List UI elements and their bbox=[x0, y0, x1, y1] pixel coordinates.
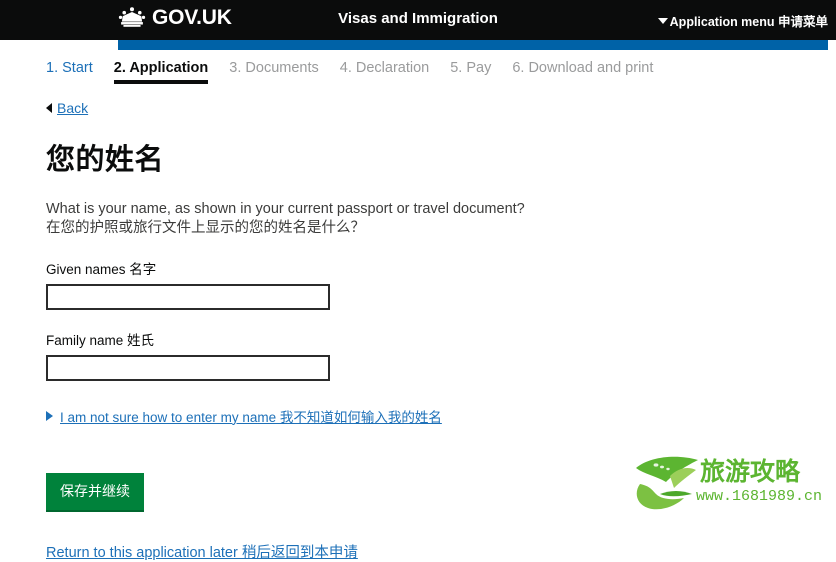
main-content: Back 您的姓名 What is your name, as shown in… bbox=[0, 100, 836, 561]
name-help-details-label: I am not sure how to enter my name 我不知道如… bbox=[60, 409, 442, 425]
question-text: What is your name, as shown in your curr… bbox=[46, 200, 836, 238]
family-name-label: Family name 姓氏 bbox=[46, 332, 155, 348]
step-3-documents[interactable]: 3. Documents bbox=[229, 60, 318, 84]
given-names-label: Given names 名字 bbox=[46, 261, 157, 277]
application-menu-button[interactable]: Application menu 申请菜单 bbox=[657, 11, 828, 30]
back-link-label: Back bbox=[57, 100, 89, 117]
caret-right-icon bbox=[46, 410, 53, 421]
name-help-details-toggle[interactable]: I am not sure how to enter my name 我不知道如… bbox=[46, 406, 836, 426]
return-later-link[interactable]: Return to this application later 稍后返回到本申… bbox=[46, 541, 836, 562]
site-header: GOV.UK Visas and Immigration Application… bbox=[0, 0, 836, 40]
application-menu-label: Application menu 申请菜单 bbox=[669, 15, 828, 29]
given-names-field-group: Given names 名字 bbox=[46, 258, 836, 310]
step-2-application[interactable]: 2. Application bbox=[113, 60, 208, 85]
step-4-declaration[interactable]: 4. Declaration bbox=[340, 60, 429, 84]
header-accent-bar bbox=[118, 40, 828, 50]
caret-left-icon bbox=[46, 103, 52, 114]
govuk-logo[interactable]: GOV.UK bbox=[118, 6, 232, 28]
step-6-download-and-print[interactable]: 6. Download and print bbox=[512, 60, 653, 84]
family-name-input[interactable] bbox=[46, 354, 330, 381]
back-link[interactable]: Back bbox=[46, 100, 836, 116]
crown-icon bbox=[118, 6, 146, 28]
question-text-en: What is your name, as shown in your curr… bbox=[46, 201, 525, 218]
question-text-cn: 在您的护照或旅行文件上显示的您的姓名是什么？ bbox=[46, 220, 365, 237]
save-and-continue-button[interactable]: 保存并继续 bbox=[46, 472, 144, 512]
step-5-pay[interactable]: 5. Pay bbox=[450, 60, 491, 84]
family-name-field-group: Family name 姓氏 bbox=[46, 329, 836, 381]
caret-down-icon bbox=[657, 17, 668, 24]
govuk-logo-text: GOV.UK bbox=[152, 5, 232, 29]
progress-step-nav: 1. Start 2. Application 3. Documents 4. … bbox=[0, 50, 836, 85]
given-names-input[interactable] bbox=[46, 283, 330, 310]
page-title: 您的姓名 bbox=[46, 144, 165, 177]
header-accent-bar-row bbox=[0, 40, 836, 50]
step-1-start[interactable]: 1. Start bbox=[46, 60, 93, 84]
